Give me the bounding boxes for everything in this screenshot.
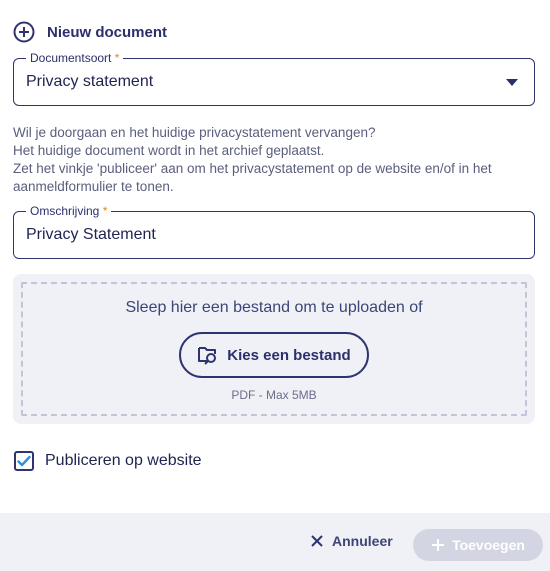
publish-label: Publiceren op website bbox=[45, 452, 202, 469]
upload-hint: PDF - Max 5MB bbox=[231, 388, 317, 402]
info-line-1: Wil je doorgaan en het huidige privacyst… bbox=[13, 125, 376, 140]
upload-prompt: Sleep hier een bestand om te uploaden of bbox=[125, 299, 423, 316]
close-icon bbox=[311, 535, 323, 547]
caret-down-icon[interactable] bbox=[506, 79, 518, 86]
dialog-footer: Annuleer Toevoegen bbox=[0, 513, 550, 571]
publish-checkbox[interactable] bbox=[14, 451, 34, 471]
document-type-value: Privacy statement bbox=[26, 73, 154, 90]
cancel-button[interactable]: Annuleer bbox=[310, 533, 393, 549]
description-value[interactable]: Privacy Statement bbox=[26, 226, 156, 244]
publish-checkbox-row[interactable]: Publiceren op website bbox=[14, 451, 202, 471]
required-mark: * bbox=[102, 204, 108, 218]
plus-circle-icon bbox=[13, 21, 35, 43]
info-line-2: Het huidige document wordt in het archie… bbox=[13, 143, 325, 158]
info-line-3: Zet het vinkje 'publiceer' aan om het pr… bbox=[13, 161, 492, 194]
folder-search-icon bbox=[198, 347, 217, 365]
choose-file-label: Kies een bestand bbox=[227, 346, 351, 364]
new-document-header: Nieuw document bbox=[13, 20, 167, 44]
description-field[interactable]: Omschrijving * Privacy Statement bbox=[13, 204, 535, 259]
add-button[interactable]: Toevoegen bbox=[413, 529, 543, 561]
choose-file-button[interactable]: Kies een bestand bbox=[179, 332, 369, 378]
document-type-select[interactable]: Documentsoort * Privacy statement bbox=[13, 51, 535, 106]
cancel-label: Annuleer bbox=[332, 533, 393, 549]
plus-icon bbox=[432, 539, 445, 551]
file-upload-area[interactable]: Sleep hier een bestand om te uploaden of… bbox=[13, 274, 535, 424]
page-title: Nieuw document bbox=[47, 23, 168, 41]
replace-info-text: Wil je doorgaan en het huidige privacyst… bbox=[13, 124, 533, 196]
required-mark: * bbox=[114, 51, 120, 65]
document-type-label: Documentsoort * bbox=[26, 51, 124, 65]
add-label: Toevoegen bbox=[452, 537, 525, 553]
description-label: Omschrijving * bbox=[26, 204, 112, 218]
check-icon bbox=[17, 455, 31, 467]
